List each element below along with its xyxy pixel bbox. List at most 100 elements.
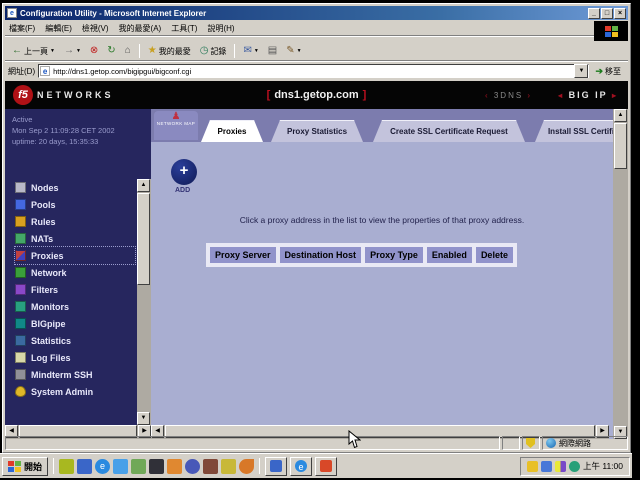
link-bigip[interactable]: ◂ BIG IP ▸ xyxy=(558,90,618,100)
scroll-up-icon[interactable]: ▲ xyxy=(614,109,627,122)
menu-edit[interactable]: 編輯(E) xyxy=(45,23,72,34)
taskbar-separator xyxy=(259,458,260,474)
quicklaunch-icon-8[interactable] xyxy=(185,459,200,474)
sidebar-item-nats[interactable]: NATs xyxy=(15,230,135,247)
pools-icon xyxy=(15,199,26,210)
tab-proxies[interactable]: Proxies xyxy=(201,120,263,142)
quicklaunch-icon-1[interactable] xyxy=(59,459,74,474)
column-proxy-server[interactable]: Proxy Server xyxy=(208,245,278,265)
quicklaunch-icon-7[interactable] xyxy=(167,459,182,474)
address-dropdown-icon[interactable]: ▼ xyxy=(574,64,588,78)
sidebar-item-label: Nodes xyxy=(31,183,59,193)
close-button[interactable]: × xyxy=(614,8,626,19)
mail-button[interactable]: ✉ ▼ xyxy=(240,45,261,57)
maximize-button[interactable]: □ xyxy=(601,8,613,19)
scrollbar-thumb[interactable] xyxy=(614,123,627,169)
menu-favorites[interactable]: 我的最愛(A) xyxy=(119,23,162,34)
system-tray: 上午 11:00 xyxy=(520,457,630,476)
sidebar-item-mindterm-ssh[interactable]: Mindterm SSH xyxy=(15,366,135,383)
page-vertical-scrollbar[interactable]: ▲ ▼ xyxy=(613,109,628,439)
menu-help[interactable]: 說明(H) xyxy=(207,23,234,34)
sidebar-item-proxies[interactable]: Proxies xyxy=(15,247,135,264)
sidebar-item-label: BIGpipe xyxy=(31,319,66,329)
link-3dns-label: 3DNS xyxy=(494,91,523,100)
tab-proxy-statistics[interactable]: Proxy Statistics xyxy=(271,120,363,142)
tab-install-ssl-certificate[interactable]: Install SSL Certifi xyxy=(535,120,613,142)
home-button[interactable]: ⌂ xyxy=(122,45,134,57)
quicklaunch-icon-6[interactable] xyxy=(149,459,164,474)
scrollbar-thumb[interactable] xyxy=(137,193,150,285)
back-dropdown-icon[interactable]: ▼ xyxy=(50,48,55,54)
sidebar-item-monitors[interactable]: Monitors xyxy=(15,298,135,315)
column-delete[interactable]: Delete xyxy=(474,245,515,265)
edit-button[interactable]: ✎ ▼ xyxy=(283,45,304,57)
network-map-button[interactable]: ♟ NETWORK MAP xyxy=(154,111,198,140)
column-destination-host[interactable]: Destination Host xyxy=(278,245,364,265)
ie-document-icon: e xyxy=(7,8,17,18)
title-bar[interactable]: e Configuration Utility - Microsoft Inte… xyxy=(5,6,628,20)
tab-create-ssl-certificate-request[interactable]: Create SSL Certificate Request xyxy=(373,120,525,142)
quicklaunch-ie-icon[interactable]: e xyxy=(95,459,110,474)
sidebar-vertical-scrollbar[interactable]: ▲ ▼ xyxy=(137,179,151,425)
sidebar-item-nodes[interactable]: Nodes xyxy=(15,179,135,196)
quicklaunch-icon-9[interactable] xyxy=(203,459,218,474)
sidebar-item-bigpipe[interactable]: BIGpipe xyxy=(15,315,135,332)
mouse-cursor xyxy=(348,430,361,454)
browser-window: e Configuration Utility - Microsoft Inte… xyxy=(2,3,631,453)
minimize-button[interactable]: _ xyxy=(588,8,600,19)
tray-icon-1[interactable] xyxy=(527,461,538,472)
forward-button[interactable]: → ▼ xyxy=(61,45,84,57)
forward-dropdown-icon[interactable]: ▼ xyxy=(76,48,81,54)
quicklaunch-icon-4[interactable] xyxy=(113,459,128,474)
sidebar-item-log-files[interactable]: Log Files xyxy=(15,349,135,366)
history-button[interactable]: ◷ 記錄 xyxy=(197,45,230,58)
favorites-button[interactable]: ★ 我的最愛 xyxy=(145,45,194,58)
sidebar-item-system-admin[interactable]: System Admin xyxy=(15,383,135,400)
tray-icon-2[interactable] xyxy=(541,461,552,472)
sidebar: Active Mon Sep 2 11:09:28 CET 2002 uptim… xyxy=(5,109,151,425)
log-files-icon xyxy=(15,352,26,363)
refresh-icon: ↻ xyxy=(107,46,115,56)
status-bar: 網際網路 xyxy=(5,435,628,450)
sidebar-item-label: System Admin xyxy=(31,387,93,397)
sidebar-item-network[interactable]: Network xyxy=(15,264,135,281)
address-input[interactable] xyxy=(38,64,589,78)
mail-dropdown-icon[interactable]: ▼ xyxy=(254,48,259,54)
history-icon: ◷ xyxy=(200,46,209,56)
task-button-2[interactable]: e xyxy=(290,457,312,476)
link-3dns[interactable]: ‹ 3DNS › xyxy=(485,91,532,100)
print-button[interactable]: ▤ xyxy=(265,45,280,57)
tray-icon-3[interactable] xyxy=(555,461,566,472)
menu-tools[interactable]: 工具(T) xyxy=(171,23,197,34)
column-enabled[interactable]: Enabled xyxy=(425,245,474,265)
sidebar-item-rules[interactable]: Rules xyxy=(15,213,135,230)
stop-button[interactable]: ⊗ xyxy=(87,45,101,57)
column-proxy-type[interactable]: Proxy Type xyxy=(363,245,425,265)
toolbar-separator xyxy=(234,44,235,58)
task-button-1[interactable] xyxy=(265,457,287,476)
refresh-button[interactable]: ↻ xyxy=(104,45,118,57)
sidebar-item-statistics[interactable]: Statistics xyxy=(15,332,135,349)
tray-icon-4[interactable] xyxy=(569,461,580,472)
menu-view[interactable]: 檢視(V) xyxy=(82,23,109,34)
add-button[interactable]: + xyxy=(171,159,197,185)
browser-toolbar: ← 上一頁 ▼ → ▼ ⊗ ↻ ⌂ ★ 我的最愛 ◷ 記錄 ✉ ▼ xyxy=(5,42,628,61)
edit-dropdown-icon[interactable]: ▼ xyxy=(297,48,302,54)
quicklaunch-icon-10[interactable] xyxy=(221,459,236,474)
scroll-down-icon[interactable]: ▼ xyxy=(137,412,150,425)
go-button[interactable]: ➔ 移至 xyxy=(591,65,625,78)
sidebar-nav: Nodes Pools Rules NATs Proxies xyxy=(15,179,135,400)
scroll-up-icon[interactable]: ▲ xyxy=(137,179,150,192)
address-bar: 網址(D) e ▼ ➔ 移至 xyxy=(5,62,628,80)
menu-file[interactable]: 檔案(F) xyxy=(9,23,35,34)
quicklaunch-icon-5[interactable] xyxy=(131,459,146,474)
back-button[interactable]: ← 上一頁 ▼ xyxy=(9,45,58,58)
task-button-3[interactable] xyxy=(315,457,337,476)
edit-icon: ✎ xyxy=(286,46,294,56)
quicklaunch-icon-2[interactable] xyxy=(77,459,92,474)
sidebar-item-filters[interactable]: Filters xyxy=(15,281,135,298)
sidebar-item-pools[interactable]: Pools xyxy=(15,196,135,213)
network-icon xyxy=(15,267,26,278)
start-button[interactable]: 開始 xyxy=(2,457,48,476)
quicklaunch-icon-11[interactable] xyxy=(239,459,254,474)
